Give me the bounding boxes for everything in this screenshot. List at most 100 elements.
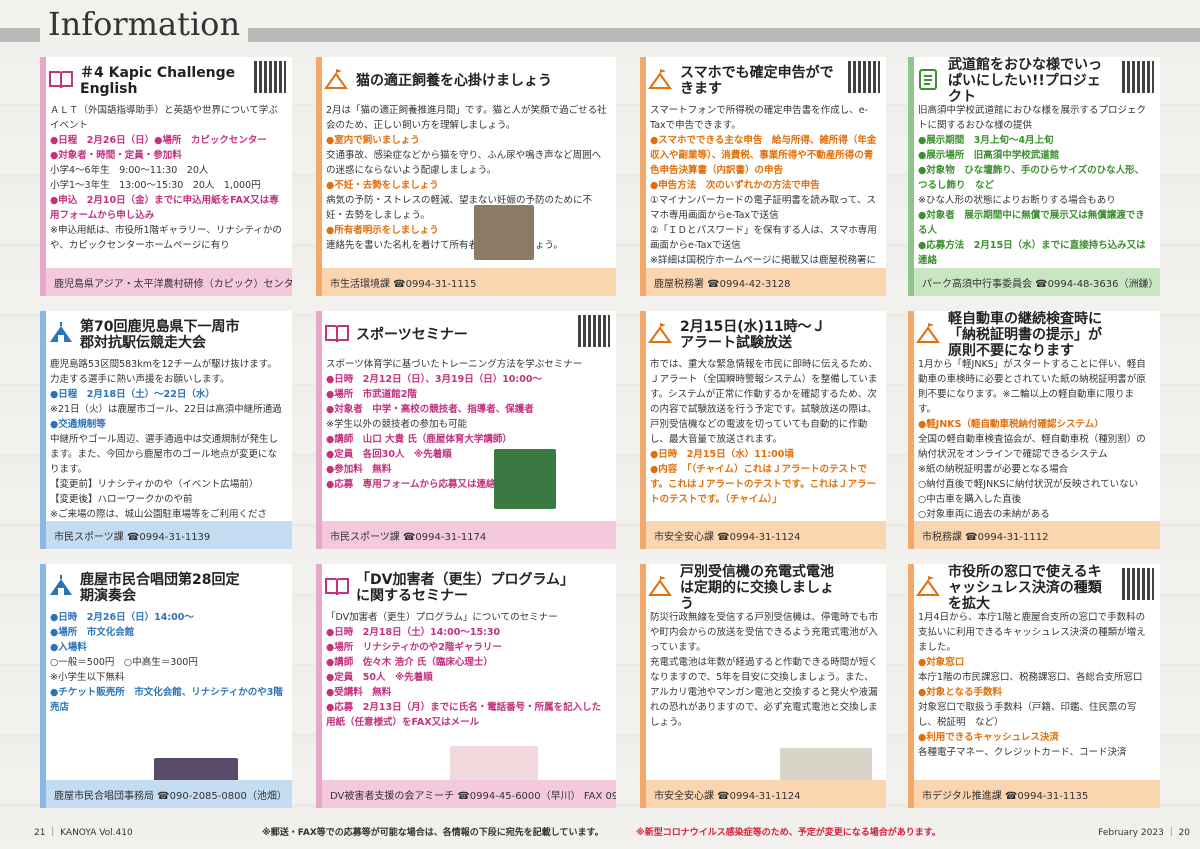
card-content: 鹿児島路53区間583kmを12チームが駆け抜けます。力走する選手に熱い声援をお… xyxy=(50,357,284,537)
card-line: 1月から「軽JNKS」がスタートすることに伴い、軽自動車の車検時に必要とされてい… xyxy=(918,359,1146,415)
card-line: 全国の軽自動車検査協会が、軽自動車税（種別割）の納付状況をオンラインで確認できる… xyxy=(918,434,1146,460)
card-title-text: 戸別受信機の充電式電池は定期的に交換しましょう xyxy=(680,564,834,612)
footer-note-right: ※新型コロナウイルス感染症等のため、予定が変更になる場合があります。 xyxy=(636,828,941,838)
contact-text: パーク高須中行事委員会 ☎0994-48-3636（洲鎌） xyxy=(922,278,1159,290)
card-line: ※学生以外の競技者の参加も可能 xyxy=(326,419,467,430)
card-line: ●内容 「（チャイム）これはＪアラートのテストです。これはＪアラートのテストです… xyxy=(650,464,877,505)
card-line: 中継所やゴール周辺、選手通過中は交通規制が発生します。また、今回から鹿屋市のゴー… xyxy=(50,434,279,475)
card-content: 2月は「猫の適正飼養推進月間」です。猫と人が笑顔で過ごせる社会のため、正しい飼い… xyxy=(326,103,608,253)
card-content: 市では、重大な緊急情報を市民に即時に伝えるため、Ｊアラート（全国瞬時警報システム… xyxy=(650,357,878,507)
card-line: ●応募 専用フォームから応募又は連絡 xyxy=(326,479,496,490)
card-title: 戸別受信機の充電式電池は定期的に交換しましょう xyxy=(648,564,838,612)
card-line: 防災行政無線を受信する戸別受信機は、停電時でも市や町内会からの放送を受信できるよ… xyxy=(650,612,879,653)
card-line: ●対象窓口 xyxy=(918,657,965,668)
card-line: ②「ＩＤとパスワード」を保有する人は、スマホ専用画面からe-Taxで送信 xyxy=(650,225,877,251)
card-line: ※21日（火）は鹿屋市ゴール、22日は高須中継所通過 xyxy=(50,404,282,415)
card-line: 2月は「猫の適正飼養推進月間」です。猫と人が笑顔で過ごせる社会のため、正しい飼い… xyxy=(326,105,607,131)
qr-code-icon[interactable] xyxy=(578,315,610,347)
card-line: 連絡先を書いた名札を着けて所有者を明示しましょう。 xyxy=(326,240,563,251)
card-contact: 市生活環境課 ☎0994-31-1115 xyxy=(322,268,616,296)
card-contact: パーク高須中行事委員会 ☎0994-48-3636（洲鎌） xyxy=(914,268,1160,296)
card-line: 対象窓口で取扱う手数料（戸籍、印鑑、住民票の写し、税証明 など） xyxy=(918,702,1137,728)
card-title: 市役所の窓口で使えるキャッシュレス決済の種類を拡大 xyxy=(916,564,1112,612)
card-content: 1月から「軽JNKS」がスタートすることに伴い、軽自動車の車検時に必要とされてい… xyxy=(918,357,1152,537)
qr-code-icon[interactable] xyxy=(254,61,286,93)
contact-text: 市生活環境課 ☎0994-31-1115 xyxy=(330,278,477,290)
card-line: ●講師 山口 大貴 氏（鹿屋体育大学講師） xyxy=(326,434,512,445)
qr-code-icon[interactable] xyxy=(1122,61,1154,93)
card-contact: 市デジタル推進課 ☎0994-31-1135 xyxy=(914,780,1160,808)
card-line: 「DV加害者（更生）プログラム」についてのセミナー xyxy=(326,612,558,623)
page-title: Information xyxy=(40,5,249,45)
info-card: 軽自動車の継続検査時に「納税証明書の提示」が原則不要になります 1月から「軽JNK… xyxy=(908,311,1160,549)
card-title-text: ＃4 Kapic Challenge English xyxy=(80,65,236,97)
card-title: 武道館をおひな様でいっぱいにしたい!!プロジェクト xyxy=(916,57,1112,105)
card-contact: 市税務課 ☎0994-31-1112 xyxy=(914,521,1160,549)
footer-note-left: ※郵送・FAX等での応募等が可能な場合は、各情報の下段に宛先を記載しています。 xyxy=(262,828,604,838)
card-line: 【変更後】ハローワークかのや前 xyxy=(50,494,193,505)
card-line: ※小学生以下無料 xyxy=(50,672,125,683)
page-number-right: February 2023 ｜ 20 xyxy=(1098,828,1190,838)
card-content: ＡＬＴ（外国語指導助手）と英語や世界について学ぶイベント ●日程 2月26日（日）… xyxy=(50,103,284,253)
qr-code-icon[interactable] xyxy=(1122,568,1154,600)
card-line: ○対象車両に過去の未納がある xyxy=(918,509,1050,520)
tent-icon xyxy=(48,575,74,601)
card-title-text: スポーツセミナー xyxy=(356,327,468,343)
card-line: 小学1～3年生 13:00～15:30 20人 1,000円 xyxy=(50,180,261,191)
card-line: ●軽JNKS（軽自動車税納付確認システム） xyxy=(918,419,1104,430)
contact-text: 鹿屋市民合唱団事務局 ☎090-2085-0800（池畑） xyxy=(54,790,287,802)
page-number-left: 21 ｜ KANOYA Vol.410 xyxy=(34,828,133,838)
card-line: ①マイナンバーカードの電子証明書を読み取って、スマホ専用画面からe-Taxで送信 xyxy=(650,195,876,221)
list-icon xyxy=(916,68,942,94)
card-line: 充電式電池は年数が経過すると作動できる時間が短くなりますので、5年を目安に交換し… xyxy=(650,657,878,728)
card-title: 軽自動車の継続検査時に「納税証明書の提示」が原則不要になります xyxy=(916,311,1112,359)
flag-icon xyxy=(648,68,674,94)
info-card: 市役所の窓口で使えるキャッシュレス決済の種類を拡大 1月4日から、本庁1階と鹿屋合… xyxy=(908,564,1160,808)
card-title: 第70回鹿児島県下一周市郡対抗駅伝競走大会 xyxy=(48,317,244,353)
card-line: ●交通規制等 xyxy=(50,419,106,430)
card-title: 「DV加害者（更生）プログラム」に関するセミナー xyxy=(324,570,568,606)
card-line: ●対象者 展示期間中に無償で展示又は無償譲渡できる人 xyxy=(918,210,1145,236)
card-line: ●チケット販売所 市文化会館、リナシティかのや3階売店 xyxy=(50,687,283,713)
card-title: 猫の適正飼養を心掛けましょう xyxy=(324,63,568,99)
card-content: 「DV加害者（更生）プログラム」についてのセミナー ●日時 2月18日（土）14:… xyxy=(326,610,608,730)
flag-icon xyxy=(916,322,942,348)
card-title: スポーツセミナー xyxy=(324,317,568,353)
info-card: 2月15日(水)11時～Ｊアラート試験放送市では、重大な緊急情報を市民に即時に伝… xyxy=(640,311,886,549)
card-line: 本庁1階の市民課窓口、税務課窓口、各総合支所窓口 xyxy=(918,672,1143,683)
card-line: ●対象物 ひな壇飾り、手のひらサイズのひな人形、つるし飾り など xyxy=(918,165,1145,191)
card-title: 2月15日(水)11時～Ｊアラート試験放送 xyxy=(648,317,838,353)
card-line: ●定員 50人 ※先着順 xyxy=(326,672,433,683)
card-line: ●日時 2月26日（日）14:00～ xyxy=(50,612,194,623)
card-content: ●日時 2月26日（日）14:00～ ●場所 市文化会館 ●入場料 ○一般＝500円 … xyxy=(50,610,284,715)
card-line: ●場所 市文化会館 xyxy=(50,627,135,638)
contact-text: 鹿屋税務署 ☎0994-42-3128 xyxy=(654,278,791,290)
info-card: スマホでも確定申告ができます スマートフォンで所得税の確定申告書を作成し、e-Ta… xyxy=(640,57,886,296)
info-card: 鹿屋市民合唱団第28回定期演奏会 ●日時 2月26日（日）14:00～ ●場所 市文… xyxy=(40,564,292,808)
card-title-text: 猫の適正飼養を心掛けましょう xyxy=(356,73,552,89)
card-contact: 市安全安心課 ☎0994-31-1124 xyxy=(646,521,886,549)
card-line: ○中古車を購入した直後 xyxy=(918,494,1022,505)
card-title: ＃4 Kapic Challenge English xyxy=(48,63,244,99)
contact-text: 市民スポーツ課 ☎0994-31-1174 xyxy=(330,531,487,543)
card-line: ※申込用紙は、市役所1階ギャラリー、リナシティかのや、カピックセンターホームペー… xyxy=(50,225,282,251)
card-contact: 鹿屋市民合唱団事務局 ☎090-2085-0800（池畑） xyxy=(46,780,292,808)
contact-text: 市安全安心課 ☎0994-31-1124 xyxy=(654,531,801,543)
card-line: ●室内で飼いましょう xyxy=(326,135,420,146)
card-line: 各種電子マネー、クレジットカード、コード決済 xyxy=(918,747,1127,758)
contact-text: DV被害者支援の会アミーチ ☎0994-45-6000（早川） FAX 0994… xyxy=(330,790,616,802)
card-line: 病気の予防・ストレスの軽減、望まない妊娠の予防のために不妊・去勢をしましょう。 xyxy=(326,195,593,221)
card-line: ●場所 リナシティかのや2階ギャラリー xyxy=(326,642,502,653)
card-line: ●申告方法 次のいずれかの方法で申告 xyxy=(650,180,820,191)
tent-icon xyxy=(48,322,74,348)
info-card: 戸別受信機の充電式電池は定期的に交換しましょう 防災行政無線を受信する戸別受信機は… xyxy=(640,564,886,808)
book-icon xyxy=(324,575,350,601)
card-line: ●日時 2月15日（水）11:00頃 xyxy=(650,449,794,460)
card-contact: 鹿屋税務署 ☎0994-42-3128 xyxy=(646,268,886,296)
card-line: ○納付直後で軽JNKSに納付状況が反映されていない xyxy=(918,479,1139,490)
flag-icon xyxy=(916,575,942,601)
card-line: 【変更前】リナシティかのや（イベント広場前） xyxy=(50,479,259,490)
card-line: ●応募方法 2月15日（水）までに直接持ち込み又は連絡 xyxy=(918,240,1146,266)
card-contact: 市民スポーツ課 ☎0994-31-1139 xyxy=(46,521,292,549)
qr-code-icon[interactable] xyxy=(848,61,880,93)
